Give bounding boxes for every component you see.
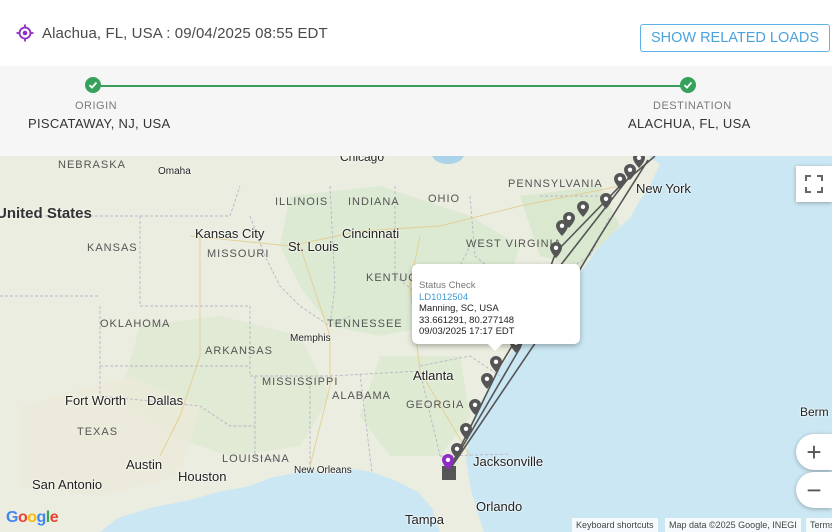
show-related-loads-button[interactable]: SHOW RELATED LOADS: [640, 24, 830, 52]
terms-link[interactable]: Terms: [806, 518, 832, 532]
fullscreen-icon: [805, 175, 823, 193]
map-pin-icon: [633, 156, 645, 168]
map-pin-icon: [614, 173, 626, 189]
map[interactable]: NEBRASKA ILLINOIS INDIANA OHIO PENNSYLVA…: [0, 156, 832, 532]
popup-load-link[interactable]: LD1012504: [419, 292, 580, 304]
popup-coords: 33.661291, 80.277148: [419, 314, 515, 326]
popup-timestamp: 09/03/2025 17:17 EDT: [419, 326, 515, 337]
route-progress: ORIGIN PISCATAWAY, NJ, USA DESTINATION A…: [0, 66, 832, 156]
fullscreen-button[interactable]: [796, 166, 832, 202]
keyboard-shortcuts-link[interactable]: Keyboard shortcuts: [572, 518, 658, 532]
status-popup: Status Check LD1012504 Manning, SC, USA …: [412, 264, 580, 344]
origin-label: ORIGIN: [75, 100, 118, 112]
popup-tip: [487, 343, 503, 351]
map-pin-icon: [600, 193, 612, 209]
popup-title: Status Check: [419, 280, 476, 291]
destination-check-icon: [680, 77, 696, 93]
map-pin-icon: [481, 373, 493, 389]
current-location-text: Alachua, FL, USA : 09/04/2025 08:55 EDT: [42, 25, 328, 42]
google-logo: Google: [6, 509, 59, 526]
route-markers: [442, 156, 645, 480]
map-data-text: Map data ©2025 Google, INEGI: [665, 518, 801, 532]
map-pin-icon: [556, 220, 568, 236]
header: Alachua, FL, USA : 09/04/2025 08:55 EDT …: [0, 0, 832, 66]
progress-track: [93, 85, 688, 87]
map-pin-icon: [550, 242, 562, 258]
location-target-icon: [16, 24, 34, 42]
map-pin-icon: [460, 423, 472, 439]
zoom-out-button[interactable]: −: [796, 472, 832, 508]
popup-place: Manning, SC, USA: [419, 303, 499, 314]
map-pin-icon: [577, 201, 589, 217]
destination-label: DESTINATION: [653, 100, 732, 112]
origin-value: PISCATAWAY, NJ, USA: [28, 116, 171, 131]
map-pin-icon: [490, 356, 502, 372]
origin-check-icon: [85, 77, 101, 93]
map-pin-icon: [469, 399, 481, 415]
destination-value: ALACHUA, FL, USA: [628, 116, 751, 131]
zoom-in-button[interactable]: +: [796, 434, 832, 470]
